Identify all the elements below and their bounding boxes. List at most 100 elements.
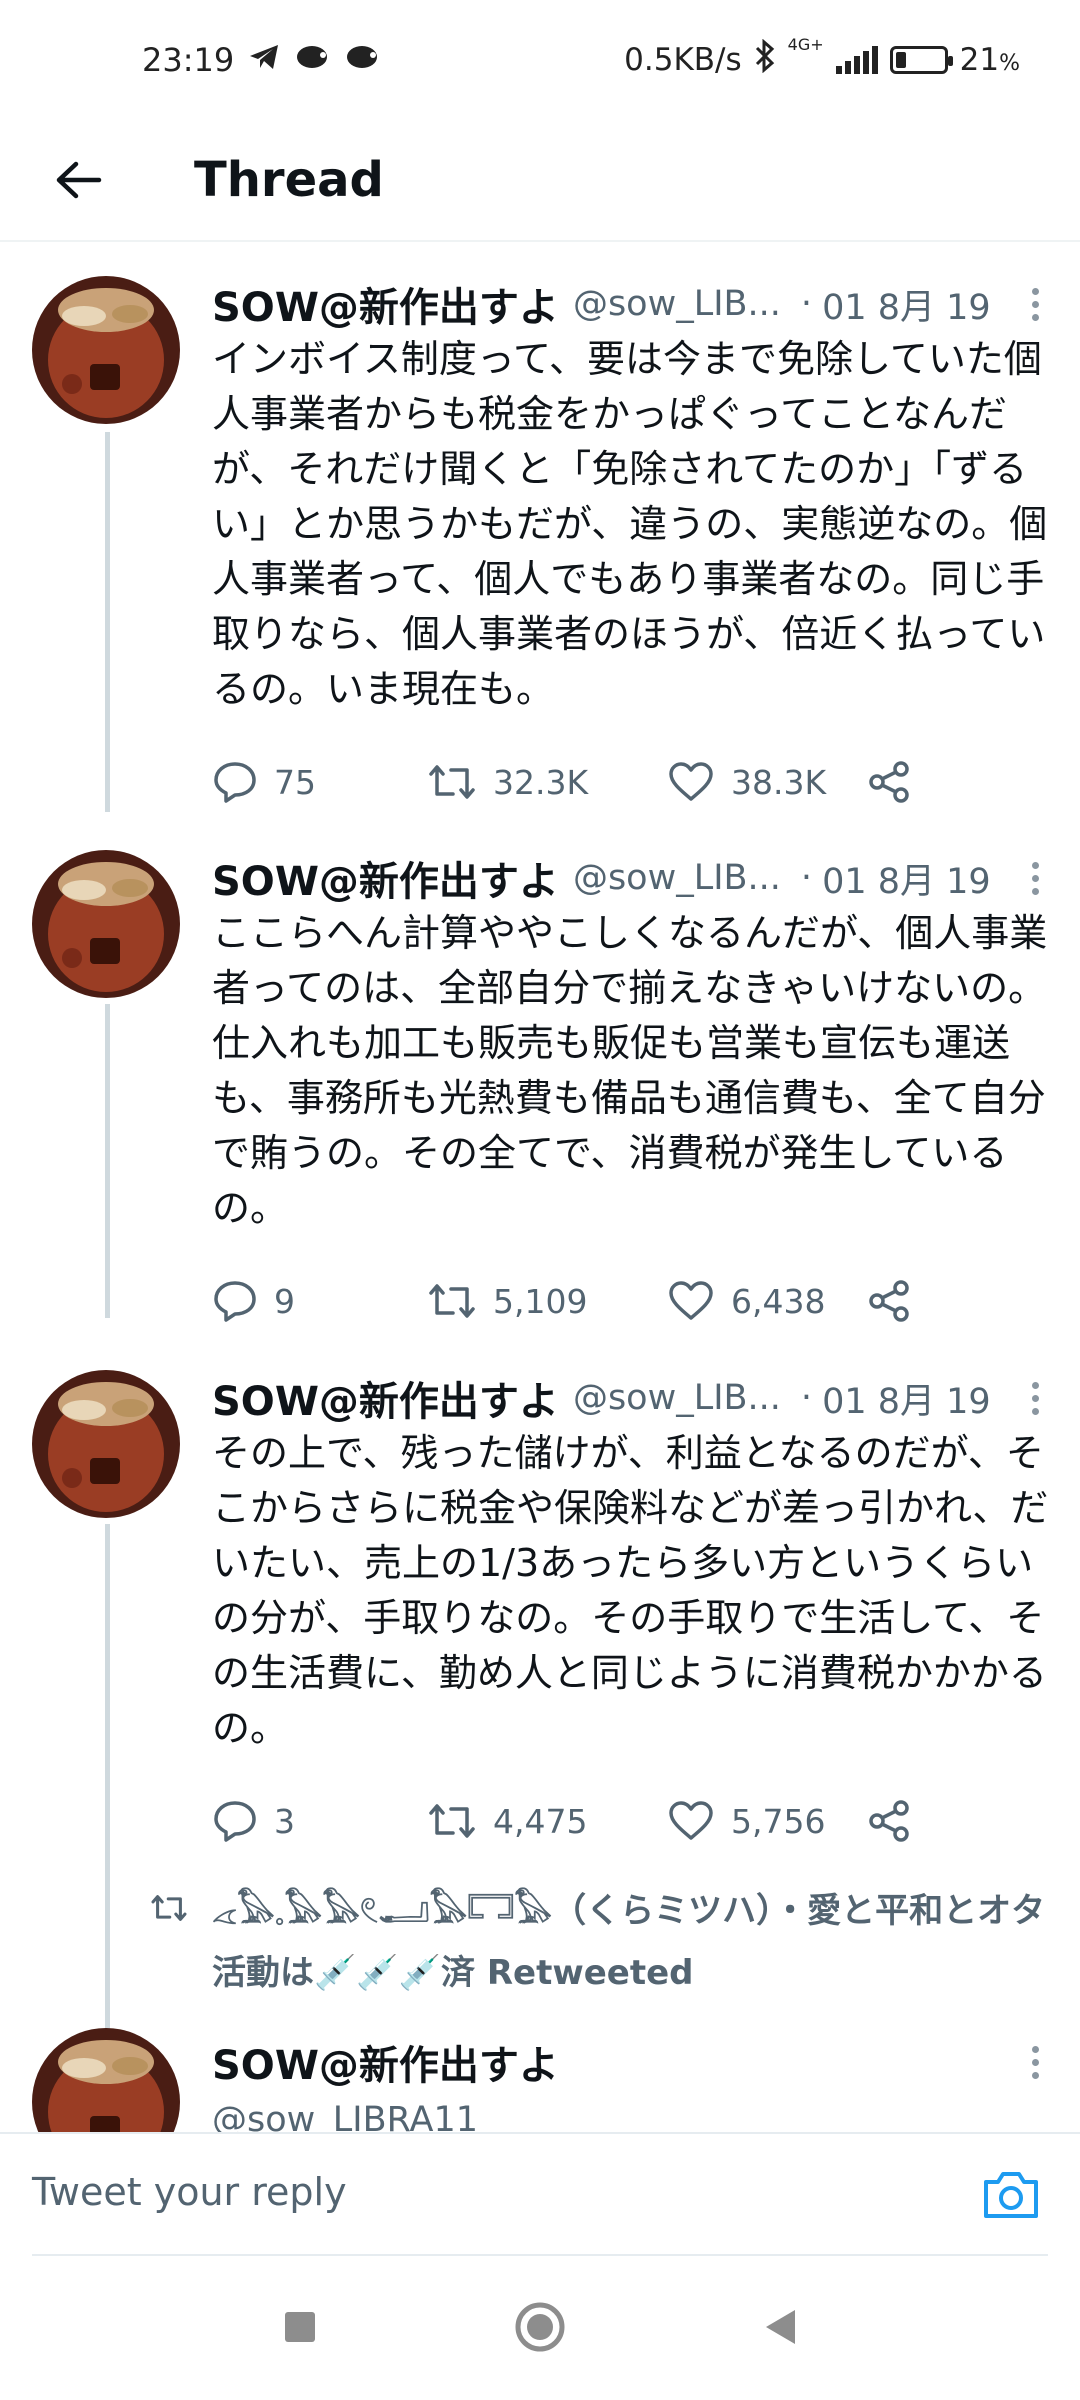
retweeted-by-notice[interactable]: 𓂁𓅃𓈒𓅃𓅃𓏲𓂝𓅃𓉐𓅃（くらミツハ）・愛と平和とオタ活動は💉💉💉済 Retweet… — [150, 1880, 1070, 2004]
tweet-actions: 75 32.3K 38.3K — [212, 757, 1050, 807]
share-icon — [869, 761, 909, 803]
retweet-button[interactable]: 5,109 — [427, 1281, 667, 1321]
tweet-header: SOW@新作出すよ @sow_LIB... · 01 8月 19 — [212, 850, 1050, 906]
separator-dot: · — [800, 284, 813, 324]
thread-connector — [105, 1004, 110, 1318]
like-count: 5,756 — [731, 1801, 826, 1841]
back-nav-button[interactable] — [745, 2292, 815, 2362]
retweet-button[interactable]: 32.3K — [427, 762, 667, 802]
like-button[interactable]: 38.3K — [667, 761, 867, 803]
share-button[interactable] — [867, 1799, 911, 1843]
share-icon — [869, 1280, 909, 1322]
clock: 23:19 — [142, 41, 235, 79]
heart-icon — [669, 1801, 713, 1840]
recents-square-icon — [285, 2312, 315, 2342]
tweet-actions: 3 4,475 5,756 — [212, 1796, 1050, 1846]
battery-percent: 21% — [960, 42, 1020, 78]
signal-icon — [835, 46, 878, 74]
author-handle[interactable]: @sow_LIBRA11 — [212, 2100, 1050, 2132]
recents-button[interactable] — [265, 2292, 335, 2362]
tweet-header: SOW@新作出すよ @sow_LIB... · 01 8月 19 — [212, 276, 1050, 332]
reply-button[interactable]: 9 — [212, 1279, 427, 1323]
like-count: 6,438 — [731, 1281, 826, 1321]
reply-icon — [214, 762, 256, 803]
share-icon — [869, 1800, 909, 1842]
page-title: Thread — [194, 152, 384, 208]
author-handle[interactable]: @sow_LIB... — [573, 1378, 781, 1418]
hedgehog-icon — [294, 41, 330, 79]
more-options-button[interactable] — [1020, 861, 1050, 895]
tweet-header: SOW@新作出すよ @sow_LIB... · 01 8月 19 — [212, 1370, 1050, 1426]
battery-percent-unit: % — [999, 51, 1020, 76]
retweeted-by-text: 𓂁𓅃𓈒𓅃𓅃𓏲𓂝𓅃𓉐𓅃（くらミツハ）・愛と平和とオタ活動は💉💉💉済 Retweet… — [212, 1891, 1046, 1993]
camera-icon — [984, 2172, 1038, 2218]
telegram-icon — [248, 41, 280, 79]
like-button[interactable]: 6,438 — [667, 1280, 867, 1322]
reply-button[interactable]: 3 — [212, 1799, 427, 1843]
network-type: 4G+ — [787, 35, 824, 54]
heart-icon — [669, 762, 713, 801]
home-button[interactable] — [505, 2292, 575, 2362]
tweet-date[interactable]: 01 8月 19 — [822, 1373, 991, 1424]
retweet-count: 5,109 — [493, 1281, 588, 1321]
reply-icon — [214, 1281, 256, 1322]
network-speed: 0.5KB/s — [624, 42, 742, 78]
tweet-text: インボイス制度って、要は今まで免除していた個人事業者からも税金をかっぱぐってこと… — [212, 337, 1048, 711]
thread-connector — [105, 432, 110, 812]
battery-fill — [895, 52, 906, 68]
bluetooth-icon — [754, 38, 776, 81]
like-count: 38.3K — [731, 762, 827, 802]
tweet-date[interactable]: 01 8月 19 — [822, 853, 991, 904]
retweet-count: 32.3K — [493, 762, 589, 802]
retweet-icon — [429, 1284, 475, 1318]
reply-input[interactable]: Tweet your reply — [32, 2170, 347, 2214]
retweet-icon — [151, 1895, 187, 1921]
reply-icon — [214, 1801, 256, 1842]
back-button[interactable] — [38, 140, 118, 220]
more-options-button[interactable] — [1020, 1381, 1050, 1415]
reply-button[interactable]: 75 — [212, 760, 427, 804]
retweet-icon — [429, 1804, 475, 1838]
separator-dot: · — [800, 858, 813, 898]
author-name[interactable]: SOW@新作出すよ — [212, 275, 559, 333]
more-options-button[interactable] — [1020, 2045, 1050, 2079]
avatar[interactable] — [32, 276, 180, 424]
avatar[interactable] — [32, 1370, 180, 1518]
heart-icon — [669, 1281, 713, 1320]
system-nav-bar — [0, 2254, 1080, 2400]
more-options-button[interactable] — [1020, 287, 1050, 321]
arrow-left-icon — [56, 161, 102, 199]
author-name[interactable]: SOW@新作出すよ — [212, 849, 559, 907]
retweet-count: 4,475 — [493, 1801, 588, 1841]
like-button[interactable]: 5,756 — [667, 1800, 867, 1842]
author-name[interactable]: SOW@新作出すよ — [212, 1369, 559, 1427]
status-bar: 23:19 0.5KB/s 4G+ 21% — [0, 0, 1080, 120]
tweet-actions: 9 5,109 6,438 — [212, 1276, 1050, 1326]
separator-dot: · — [800, 1378, 813, 1418]
tweet-text: ここらへん計算ややこしくなるんだが、個人事業者ってのは、全部自分で揃えなきゃいけ… — [212, 911, 1048, 1230]
reply-composer: Tweet your reply — [0, 2132, 1080, 2256]
hedgehog-icon — [344, 41, 380, 79]
retweet-icon — [429, 765, 475, 799]
retweet-button[interactable]: 4,475 — [427, 1801, 667, 1841]
camera-button[interactable] — [980, 2164, 1042, 2226]
tweet-header: SOW@新作出すよ — [212, 2034, 1050, 2090]
back-triangle-icon — [766, 2310, 795, 2344]
author-handle[interactable]: @sow_LIB... — [573, 284, 781, 324]
tweet-date[interactable]: 01 8月 19 — [822, 279, 991, 330]
reply-count: 9 — [274, 1281, 295, 1321]
avatar[interactable] — [32, 850, 180, 998]
battery-percent-value: 21 — [959, 42, 1000, 78]
avatar[interactable] — [32, 2028, 180, 2132]
app-bar: Thread — [0, 120, 1080, 242]
share-button[interactable] — [867, 760, 911, 804]
reply-count: 3 — [274, 1801, 295, 1841]
author-name[interactable]: SOW@新作出すよ — [212, 2033, 559, 2091]
author-handle[interactable]: @sow_LIB... — [573, 858, 781, 898]
tweet-text: その上で、残った儲けが、利益となるのだが、そこからさらに税金や保険料などが差っ引… — [212, 1431, 1049, 1750]
thread-list[interactable]: SOW@新作出すよ @sow_LIB... · 01 8月 19 インボイス制度… — [0, 242, 1080, 2132]
home-circle-icon — [515, 2302, 565, 2352]
reply-count: 75 — [274, 762, 316, 802]
battery-icon — [889, 46, 953, 74]
share-button[interactable] — [867, 1279, 911, 1323]
